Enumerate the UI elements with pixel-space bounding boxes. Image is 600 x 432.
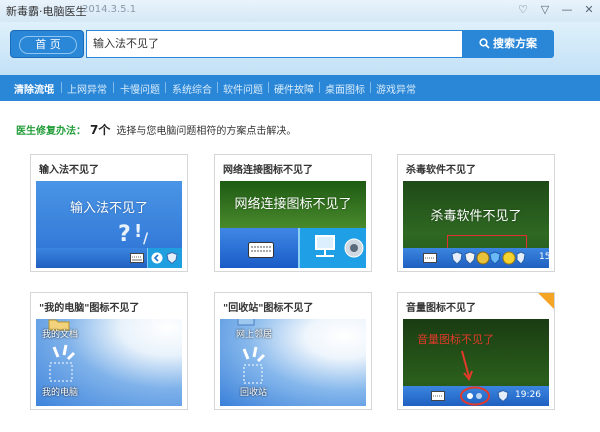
taskbar <box>220 228 366 268</box>
menu-icon[interactable]: ▽ <box>534 0 556 20</box>
nav-separator <box>217 82 218 93</box>
card-thumbnail: 网上邻居 回收站 <box>220 319 366 406</box>
close-icon[interactable]: ✕ <box>578 0 600 20</box>
solution-card-antivirus[interactable]: 杀毒软件不见了 杀毒软件不见了 15 <box>397 154 555 272</box>
network-places-icon <box>237 319 255 326</box>
card-thumbnail: 音量图标不见了 19:26 <box>403 319 549 406</box>
recycle-bin-label: 回收站 <box>240 388 268 398</box>
speaker-icon <box>344 238 364 258</box>
thumbnail-caption: 杀毒软件不见了 <box>430 209 522 224</box>
keyboard-icon <box>423 253 437 263</box>
solution-card-volume-icon[interactable]: 音量图标不见了 音量图标不见了 19:26 <box>397 292 555 410</box>
keyboard-icon <box>130 253 144 263</box>
chevron-left-icon <box>151 252 163 264</box>
keyboard-icon <box>248 242 274 258</box>
card-title: "回收站"图标不见了 <box>223 303 314 314</box>
card-thumbnail: 输入法不见了 ? ! / <box>36 181 182 268</box>
nav-item-system[interactable]: 系统综合 <box>172 81 212 96</box>
title-bar: 新毒霸·电脑医生 2014.3.5.1 ♡ ▽ — ✕ <box>0 0 600 22</box>
home-button[interactable]: 首 页 <box>10 30 84 58</box>
clock-text: 19:26 <box>515 390 541 400</box>
nav-separator <box>370 82 371 93</box>
nav-separator <box>268 82 269 93</box>
search-icon <box>479 38 490 49</box>
taskbar: 19:26 <box>403 386 549 406</box>
nav-separator <box>165 82 166 93</box>
thumbnail-caption: 输入法不见了 <box>69 201 148 216</box>
heart-icon[interactable]: ♡ <box>512 0 534 20</box>
nav-separator <box>319 82 320 93</box>
card-thumbnail: 杀毒软件不见了 15 <box>403 181 549 268</box>
shield-icon <box>497 390 509 402</box>
solution-card-network-icon[interactable]: 网络连接图标不见了 网络连接图标不见了 <box>214 154 372 272</box>
highlight-ellipse <box>460 386 490 406</box>
svg-text:?: ? <box>118 222 131 247</box>
card-thumbnail: 网络连接图标不见了 <box>220 181 366 268</box>
card-title: 输入法不见了 <box>39 165 99 176</box>
nav-item-hardware[interactable]: 硬件故障 <box>274 81 314 96</box>
tray-icons <box>451 251 525 265</box>
my-documents-label: 我的文档 <box>42 330 79 340</box>
svg-text:!: ! <box>134 221 142 242</box>
solution-card-input-method[interactable]: 输入法不见了 输入法不见了 ? ! / <box>30 154 188 272</box>
my-computer-label: 我的电脑 <box>42 388 79 398</box>
search-button[interactable]: 搜索方案 <box>462 30 554 58</box>
nav-item-network[interactable]: 上网异常 <box>67 81 107 96</box>
nav-item-desktop-icons[interactable]: 桌面图标 <box>325 81 365 96</box>
solution-count: 7个 <box>90 123 111 137</box>
minimize-icon[interactable]: — <box>556 0 578 20</box>
card-title: "我的电脑"图标不见了 <box>39 303 140 314</box>
app-title: 新毒霸·电脑医生 <box>6 5 87 18</box>
summary-hint: 选择与您电脑问题相符的方案点击解决。 <box>116 126 297 137</box>
card-title: 杀毒软件不见了 <box>406 165 476 176</box>
card-thumbnail: 我的文档 我的电脑 <box>36 319 182 406</box>
missing-icon-marks <box>49 344 76 382</box>
solution-card-my-computer[interactable]: "我的电脑"图标不见了 我的文档 我的电脑 <box>30 292 188 410</box>
summary-label: 医生修复办法： <box>16 126 86 137</box>
solution-card-recycle-bin[interactable]: "回收站"图标不见了 网上邻居 回收站 <box>214 292 372 410</box>
nav-item-games[interactable]: 游戏异常 <box>376 81 416 96</box>
shield-icon <box>166 252 178 264</box>
nav-separator <box>113 82 114 93</box>
question-marks-icon: ? ! / <box>118 221 149 247</box>
taskbar: 15 <box>403 248 549 268</box>
search-input[interactable]: 输入法不见了 <box>86 30 462 58</box>
tray-area <box>298 228 366 268</box>
nav-separator <box>61 82 62 93</box>
taskbar <box>36 248 182 268</box>
clock-partial: 15 <box>539 252 549 262</box>
search-button-label: 搜索方案 <box>493 37 537 50</box>
nav-item-software[interactable]: 软件问题 <box>223 81 263 96</box>
network-icon <box>315 235 335 257</box>
app-version: 2014.3.5.1 <box>82 4 137 15</box>
nav-item-slow[interactable]: 卡慢问题 <box>120 81 160 96</box>
fix-summary: 医生修复办法： 7个 选择与您电脑问题相符的方案点击解决。 <box>16 121 296 138</box>
network-places-label: 网上邻居 <box>236 330 273 340</box>
pointer-arrow-icon <box>461 350 473 381</box>
card-title: 音量图标不见了 <box>406 303 476 314</box>
category-nav: 清除流氓 上网异常 卡慢问题 系统综合 软件问题 硬件故障 桌面图标 游戏异常 <box>0 75 600 101</box>
home-button-label: 首 页 <box>19 36 77 54</box>
corner-badge-icon <box>538 293 554 309</box>
thumbnail-caption: 音量图标不见了 <box>417 333 494 346</box>
missing-icon-marks <box>242 346 266 384</box>
nav-item-cleanup[interactable]: 清除流氓 <box>14 81 54 96</box>
card-title: 网络连接图标不见了 <box>223 165 313 176</box>
tray-area <box>147 248 182 268</box>
thumbnail-caption: 网络连接图标不见了 <box>234 197 352 212</box>
keyboard-icon <box>431 391 445 401</box>
header: 首 页 输入法不见了 搜索方案 <box>0 22 600 75</box>
svg-text:/: / <box>143 231 149 247</box>
